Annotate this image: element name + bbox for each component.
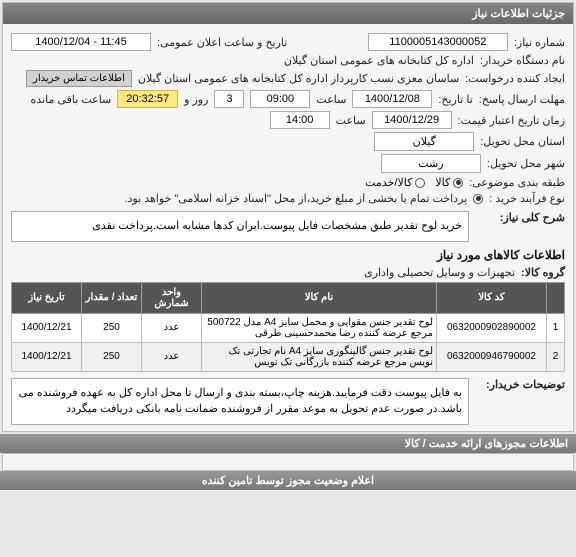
province-value: گیلان	[374, 132, 474, 151]
valid-date: 1400/12/29	[372, 111, 452, 129]
panel-body: شماره نیاز: 1100005143000052 تاریخ و ساع…	[3, 24, 573, 431]
cell-qty: 250	[82, 342, 142, 371]
process-radio[interactable]	[473, 194, 483, 204]
panel-title: جزئیات اطلاعات نیاز	[3, 3, 573, 24]
announce-label: تاریخ و ساعت اعلان عمومی:	[157, 36, 287, 49]
need-number-value: 1100005143000052	[368, 33, 508, 51]
row-requester: ایجاد کننده درخواست: ساسان معزی نسب کارپ…	[11, 70, 565, 87]
need-details-panel: جزئیات اطلاعات نیاز شماره نیاز: 11000051…	[2, 2, 574, 432]
city-label: شهر محل تحویل:	[487, 157, 565, 170]
time-label-2: ساعت	[336, 114, 366, 127]
radio-kala-khedmat[interactable]: کالا/خدمت	[365, 176, 425, 189]
row-buyer-note: توضیحات خریدار: به فایل پیوست دقت فرمایی…	[11, 378, 565, 425]
goods-section-title: اطلاعات کالاهای مورد نیاز	[11, 248, 565, 262]
row-city: شهر محل تحویل: رشت	[11, 154, 565, 173]
table-header-row: کد کالا نام کالا واحد شمارش تعداد / مقدا…	[12, 282, 565, 313]
time-label-1: ساعت	[316, 93, 346, 106]
city-value: رشت	[381, 154, 481, 173]
requester-value: ساسان معزی نسب کارپرداز اداره کل کتابخان…	[138, 72, 459, 85]
col-unit: واحد شمارش	[142, 282, 202, 313]
valid-time: 14:00	[270, 111, 330, 129]
contact-buyer-link[interactable]: اطلاعات تماس خریدار	[26, 70, 132, 87]
buyer-org-label: نام دستگاه خریدار:	[480, 54, 565, 67]
supplier-status-header: اعلام وضعیت مجوز توسط تامین کننده	[0, 471, 576, 490]
requester-label: ایجاد کننده درخواست:	[465, 72, 565, 85]
radio-kala[interactable]: کالا	[435, 176, 463, 189]
desc-label: شرح کلی نیاز:	[475, 211, 565, 242]
valid-label: زمان تاریخ اعتبار قیمت:	[458, 114, 565, 127]
radio-kala-khedmat-label: کالا/خدمت	[365, 176, 412, 189]
row-province: استان محل تحویل: گیلان	[11, 132, 565, 151]
permits-body-empty	[2, 453, 574, 471]
desc-text: خرید لوح تقدیر طبق مشخصات فایل پیوست.ایر…	[11, 211, 469, 242]
buyer-note-text: به فایل پیوست دقت فرمایید.هزینه چاپ،بسته…	[11, 378, 469, 425]
col-num	[547, 282, 565, 313]
col-qty: تعداد / مقدار	[82, 282, 142, 313]
col-name: نام کالا	[202, 282, 437, 313]
category-label: طبقه بندی موضوعی:	[469, 176, 565, 189]
col-date: تاریخ نیاز	[12, 282, 82, 313]
cell-date: 1400/12/21	[12, 342, 82, 371]
category-radio-group: کالا کالا/خدمت	[365, 176, 463, 189]
row-process: نوع فرآیند خرید : پرداخت تمام یا بخشی از…	[11, 192, 565, 205]
table-row[interactable]: 1 0632000902890002 لوح تقدیر جنس مقوایی …	[12, 313, 565, 342]
table-row[interactable]: 2 0632000946790002 لوح تقدیر جنس گالینگو…	[12, 342, 565, 371]
process-label: نوع فرآیند خرید :	[489, 192, 565, 205]
row-goods-group: گروه کالا: تجهیزات و وسایل تحصیلی واداری	[11, 266, 565, 279]
row-buyer-org: نام دستگاه خریدار: اداره کل کتابخانه های…	[11, 54, 565, 67]
row-category: طبقه بندی موضوعی: کالا کالا/خدمت	[11, 176, 565, 189]
radio-dot-icon	[415, 178, 425, 188]
cell-num: 2	[547, 342, 565, 371]
col-code: کد کالا	[437, 282, 547, 313]
row-validity: زمان تاریخ اعتبار قیمت: 1400/12/29 ساعت …	[11, 111, 565, 129]
goods-table: کد کالا نام کالا واحد شمارش تعداد / مقدا…	[11, 282, 565, 372]
cell-unit: عدد	[142, 342, 202, 371]
goods-group-label: گروه کالا:	[521, 266, 565, 279]
countdown-timer: 20:32:57	[117, 90, 178, 108]
row-need-number: شماره نیاز: 1100005143000052 تاریخ و ساع…	[11, 33, 565, 51]
cell-qty: 250	[82, 313, 142, 342]
cell-code: 0632000902890002	[437, 313, 547, 342]
day-and-label: روز و	[184, 93, 208, 106]
cell-name: لوح تقدیر جنس گالینگوری سایز A4 نام تجار…	[202, 342, 437, 371]
buyer-org-value: اداره کل کتابخانه های عمومی استان گیلان	[284, 54, 474, 67]
goods-group-value: تجهیزات و وسایل تحصیلی واداری	[364, 266, 515, 279]
province-label: استان محل تحویل:	[480, 135, 565, 148]
row-desc: شرح کلی نیاز: خرید لوح تقدیر طبق مشخصات …	[11, 211, 565, 242]
cell-date: 1400/12/21	[12, 313, 82, 342]
cell-code: 0632000946790002	[437, 342, 547, 371]
cell-name: لوح تقدیر جنس مقوایی و مخمل سایز A4 مدل …	[202, 313, 437, 342]
row-deadline: مهلت ارسال پاسخ: تا تاریخ: 1400/12/08 سا…	[11, 90, 565, 108]
deadline-label: مهلت ارسال پاسخ:	[479, 93, 565, 106]
buyer-note-label: توضیحات خریدار:	[475, 378, 565, 425]
cell-unit: عدد	[142, 313, 202, 342]
radio-dot-checked-icon	[453, 178, 463, 188]
permits-section-header: اطلاعات مجوزهای ارائه خدمت / کالا	[0, 434, 576, 453]
remain-label: ساعت باقی مانده	[31, 93, 112, 106]
announce-value: 11:45 - 1400/12/04	[11, 33, 151, 51]
day-count: 3	[214, 90, 244, 108]
radio-dot-checked-icon	[473, 194, 483, 204]
until-label: تا تاریخ:	[438, 93, 472, 106]
cell-num: 1	[547, 313, 565, 342]
process-note: پرداخت تمام یا بخشی از مبلغ خرید،از محل …	[124, 192, 467, 205]
radio-kala-label: کالا	[435, 176, 450, 189]
deadline-date: 1400/12/08	[352, 90, 432, 108]
need-number-label: شماره نیاز:	[514, 36, 565, 49]
deadline-time: 09:00	[250, 90, 310, 108]
